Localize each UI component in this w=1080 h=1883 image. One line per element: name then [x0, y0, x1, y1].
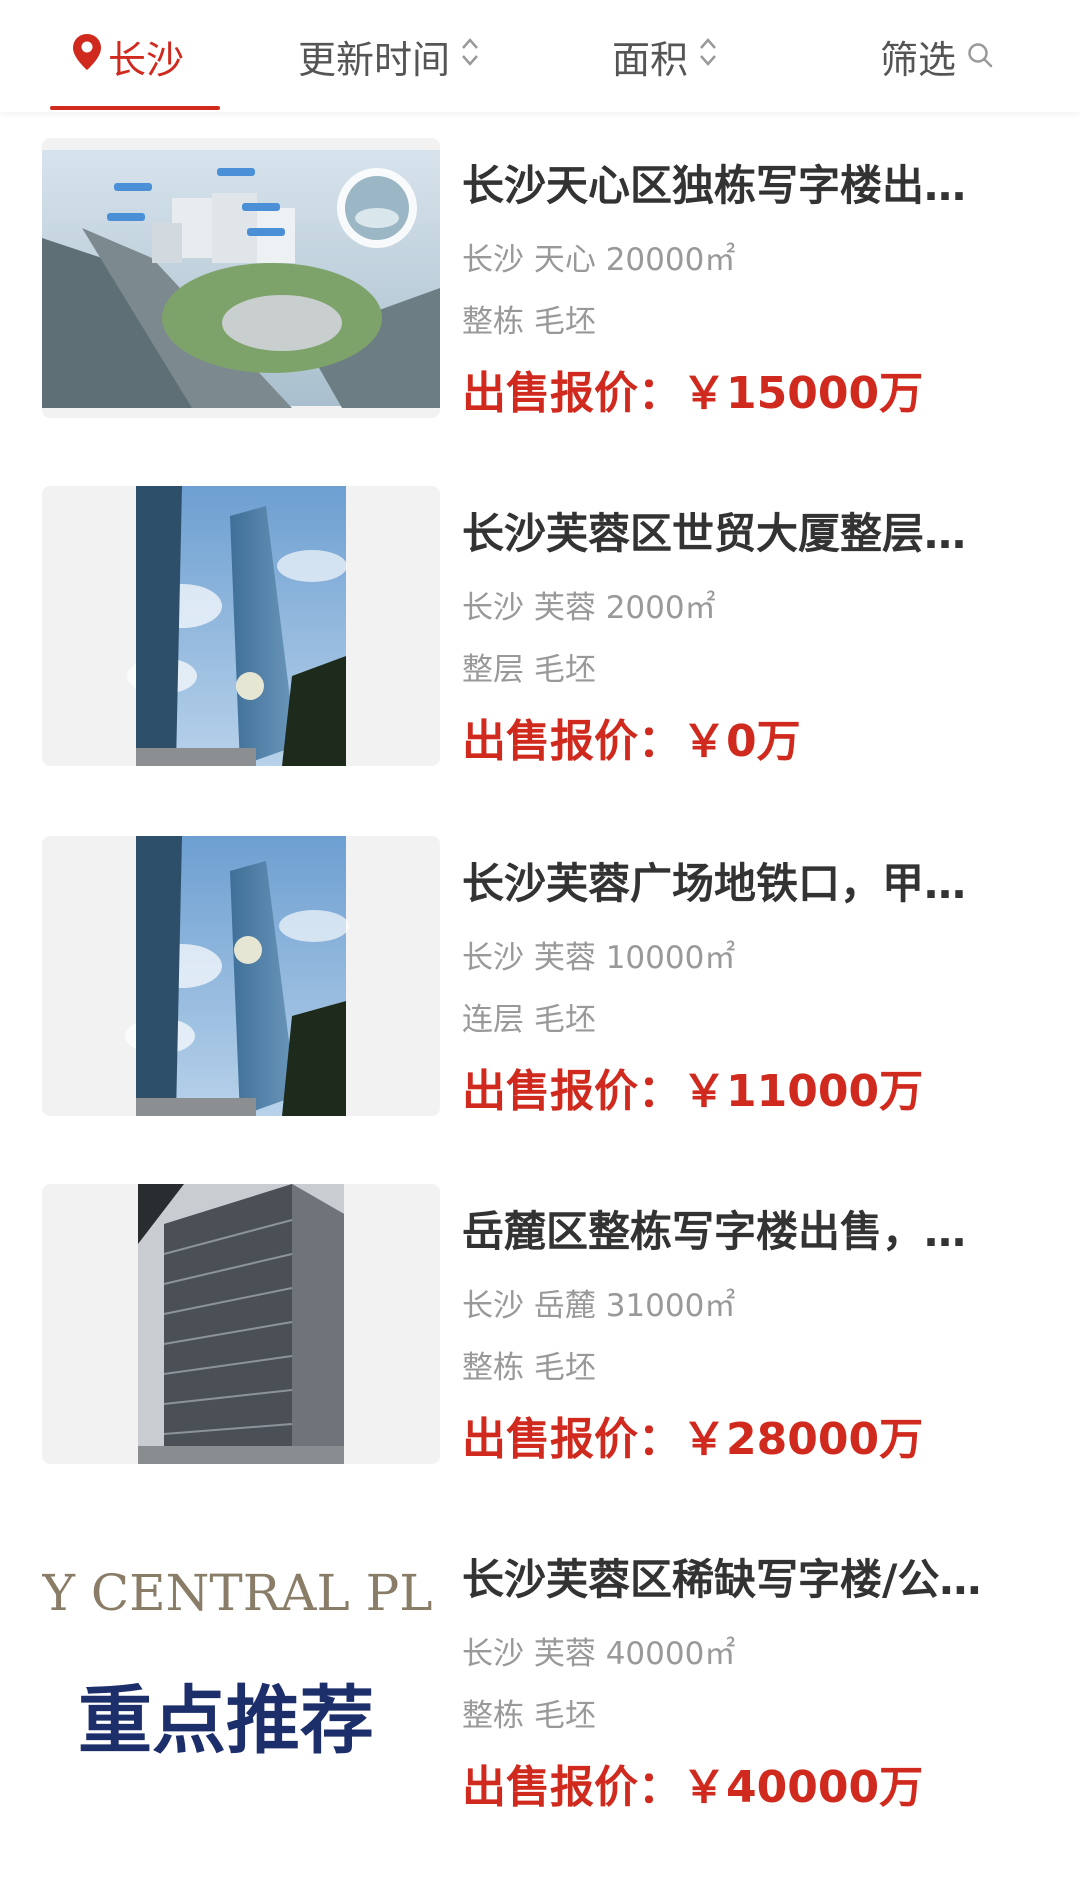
listing-price: 出售报价：￥15000万 [462, 364, 923, 424]
listing-location-area: 长沙 岳麓 31000㎡ [462, 1288, 736, 1324]
price-value: ￥40000万 [682, 1762, 924, 1813]
banner-text-top: Y CENTRAL PL [42, 1564, 432, 1622]
sort-update-time-label: 更新时间 [298, 37, 451, 82]
listing-card[interactable]: 长沙芙蓉广场地铁口，甲… 长沙 芙蓉 10000㎡ 连层 毛坯 出售报价：￥11… [0, 836, 1080, 1136]
listing-title[interactable]: 岳麓区整栋写字楼出售，… [462, 1204, 1022, 1260]
sort-arrows-icon [460, 34, 480, 78]
price-label: 出售报价： [462, 1762, 682, 1813]
listing-title[interactable]: 长沙芙蓉区稀缺写字楼/公… [462, 1552, 1022, 1608]
listing-location-area: 长沙 芙蓉 2000㎡ [462, 590, 716, 626]
listing-thumbnail[interactable] [42, 138, 440, 418]
location-pin-icon [72, 33, 102, 80]
price-label: 出售报价： [462, 1066, 682, 1117]
sort-update-time[interactable]: 更新时间 [298, 24, 480, 88]
listing-price: 出售报价：￥11000万 [462, 1062, 923, 1122]
listing-tags: 整栋 毛坯 [462, 1698, 596, 1734]
listing-thumbnail[interactable]: Y CENTRAL PL 重点推荐 [42, 1532, 440, 1812]
price-value: ￥11000万 [682, 1066, 924, 1117]
office-building-photo [138, 1184, 344, 1464]
listing-tags: 整栋 毛坯 [462, 1350, 596, 1386]
listing-price: 出售报价：￥0万 [462, 712, 801, 772]
tower-photo [125, 836, 349, 1116]
filter-button[interactable]: 筛选 [880, 24, 994, 88]
listing-tags: 连层 毛坯 [462, 1002, 596, 1038]
sort-arrows-icon [698, 34, 718, 78]
search-icon [966, 34, 994, 78]
listing-thumbnail[interactable] [42, 836, 440, 1116]
city-selector[interactable]: 长沙 [72, 24, 184, 88]
banner-text-main: 重点推荐 [78, 1678, 374, 1764]
listing-card[interactable]: 岳麓区整栋写字楼出售，… 长沙 岳麓 31000㎡ 整栋 毛坯 出售报价：￥28… [0, 1184, 1080, 1484]
active-tab-underline [50, 106, 220, 110]
city-label: 长沙 [108, 37, 185, 82]
listing-location-area: 长沙 芙蓉 40000㎡ [462, 1636, 736, 1672]
listing-tags: 整层 毛坯 [462, 652, 596, 688]
top-filter-bar: 长沙 更新时间 面积 筛选 [0, 0, 1080, 112]
listing-card[interactable]: Y CENTRAL PL 重点推荐 长沙芙蓉区稀缺写字楼/公… 长沙 芙蓉 40… [0, 1532, 1080, 1832]
listing-location-area: 长沙 天心 20000㎡ [462, 242, 736, 278]
price-label: 出售报价： [462, 1414, 682, 1465]
listing-thumbnail[interactable] [42, 1184, 440, 1464]
listing-price: 出售报价：￥28000万 [462, 1410, 923, 1470]
listing-location-area: 长沙 芙蓉 10000㎡ [462, 940, 736, 976]
price-label: 出售报价： [462, 368, 682, 419]
listing-title[interactable]: 长沙天心区独栋写字楼出… [462, 158, 1022, 214]
listing-card[interactable]: 长沙天心区独栋写字楼出… 长沙 天心 20000㎡ 整栋 毛坯 出售报价：￥15… [0, 138, 1080, 438]
listing-thumbnail[interactable] [42, 486, 440, 766]
filter-label: 筛选 [880, 37, 957, 82]
price-label: 出售报价： [462, 716, 682, 767]
price-value: ￥15000万 [682, 368, 924, 419]
sort-area[interactable]: 面积 [612, 24, 718, 88]
listing-title[interactable]: 长沙芙蓉区世贸大厦整层… [462, 506, 1022, 562]
price-value: ￥28000万 [682, 1414, 924, 1465]
tower-photo [127, 486, 347, 766]
listing-title[interactable]: 长沙芙蓉广场地铁口，甲… [462, 856, 1022, 912]
aerial-complex-photo [42, 150, 440, 408]
listing-price: 出售报价：￥40000万 [462, 1758, 923, 1818]
promo-banner-image: Y CENTRAL PL 重点推荐 [42, 1532, 440, 1812]
sort-area-label: 面积 [612, 37, 689, 82]
price-value: ￥0万 [682, 716, 801, 767]
listing-tags: 整栋 毛坯 [462, 304, 596, 340]
listing-card[interactable]: 长沙芙蓉区世贸大厦整层… 长沙 芙蓉 2000㎡ 整层 毛坯 出售报价：￥0万 [0, 486, 1080, 786]
